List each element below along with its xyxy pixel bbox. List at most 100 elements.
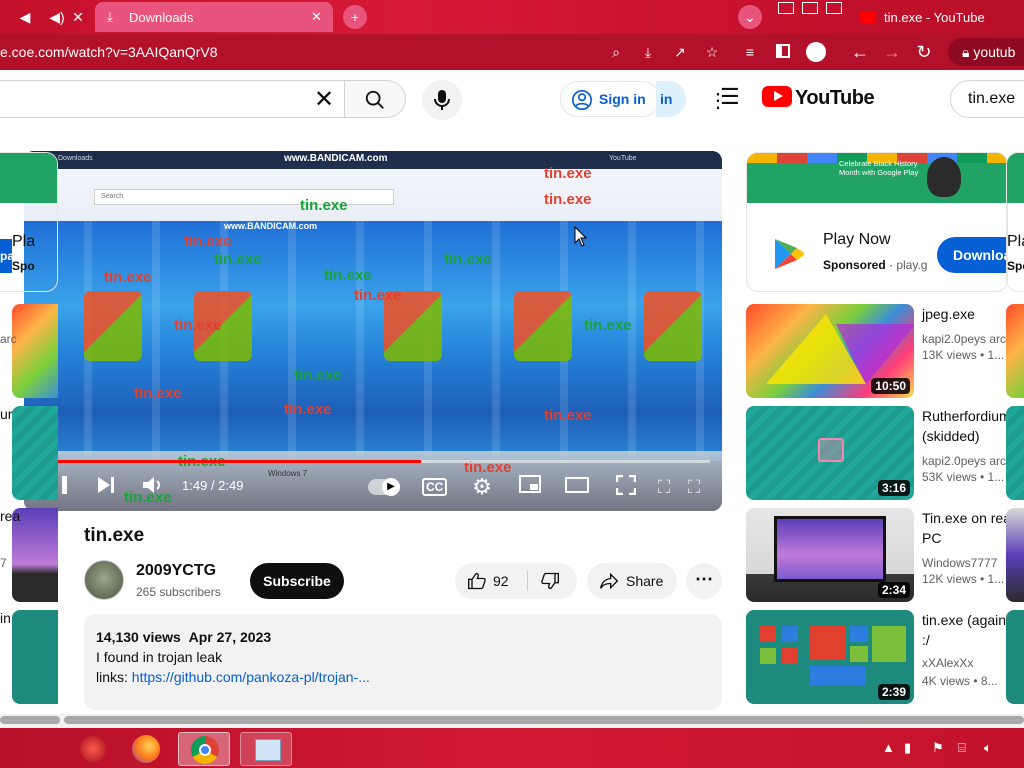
jpeg-shape <box>836 324 914 384</box>
task-manager-icon[interactable] <box>240 732 292 766</box>
clear-search-icon[interactable]: ✕ <box>314 85 334 114</box>
voice-search-button[interactable] <box>422 80 462 120</box>
scrollbar-thumb[interactable] <box>0 716 60 724</box>
ad-download-button[interactable]: Downloa <box>937 237 1007 273</box>
glitch-text: tin.exe <box>300 197 348 214</box>
like-count: 92 <box>493 573 509 589</box>
recommendation-item[interactable]: 2:34 Tin.exe on rea PC Windows7777 12K v… <box>746 508 1024 602</box>
ad-mascot-image <box>927 157 961 197</box>
duration-badge: 2:34 <box>877 582 910 598</box>
glitch-tab-label: Downloads <box>58 155 93 162</box>
captions-icon: CC <box>422 478 448 496</box>
mouse-cursor-icon <box>574 226 588 247</box>
new-tab-button[interactable]: + <box>343 5 367 29</box>
youtube-logo[interactable]: YouTube <box>762 86 875 112</box>
settings-gear-icon[interactable]: ⚙ <box>470 475 494 499</box>
share-button[interactable]: Share <box>587 563 677 599</box>
like-dislike-group: 92 <box>455 563 577 599</box>
start-orb-icon[interactable] <box>70 732 122 766</box>
fullscreen-button[interactable] <box>614 474 638 501</box>
search-input[interactable]: ✕ <box>0 80 345 118</box>
recommendation-meta: 4K views • 8... <box>922 674 998 688</box>
search-icon[interactable]: ⌕ <box>606 37 626 67</box>
close-window-button[interactable] <box>826 2 842 14</box>
ad-banner-text: Celebrate Black History Month with Googl… <box>839 159 919 177</box>
url-field-duplicate[interactable]: 🔒︎ youtub <box>948 38 1024 66</box>
forward-arrow-icon[interactable]: → <box>882 37 902 67</box>
captions-button[interactable]: CC <box>422 475 448 499</box>
ad-banner: Celebrate Black History Month with Googl… <box>747 153 1007 203</box>
ad-card[interactable]: Celebrate Black History Month with Googl… <box>746 152 1008 292</box>
reload-icon[interactable]: ↻ <box>914 37 934 67</box>
maximize-button[interactable] <box>802 2 818 14</box>
miniplayer-button[interactable] <box>518 475 542 499</box>
next-button[interactable] <box>94 475 118 501</box>
profile-avatar-icon[interactable] <box>806 42 826 62</box>
chrome-logo-center <box>199 744 211 756</box>
tab-downloads[interactable]: ⤓ Downloads ✕ <box>95 2 333 32</box>
side-panel-icon[interactable] <box>776 44 790 58</box>
back-arrow-icon[interactable]: ← <box>850 37 870 67</box>
share-icon[interactable]: ↗ <box>670 37 690 67</box>
progress-bar[interactable] <box>32 460 710 463</box>
orb-shape <box>80 736 106 762</box>
ghost-text: ur <box>0 406 13 422</box>
ghost-thumbnail-right <box>1006 304 1024 398</box>
ghost-thumbnail-right <box>1006 508 1024 602</box>
more-actions-icon[interactable]: ⋯ <box>686 563 722 599</box>
description-stats: 14,130 views Apr 27, 2023 <box>96 627 710 647</box>
scrollbar-thumb[interactable] <box>64 716 1024 724</box>
volume-button[interactable] <box>140 475 166 501</box>
tab-youtube[interactable]: tin.exe - YouTube <box>848 2 1024 32</box>
action-center-flag-icon[interactable]: ⚑ <box>932 740 944 756</box>
search-input-duplicate[interactable]: tin.exe <box>950 80 1024 118</box>
subscriber-count: 265 subscribers <box>136 585 221 599</box>
recommendation-meta: 12K views • 1... <box>922 572 1005 586</box>
network-icon[interactable]: ⌸ <box>958 740 966 756</box>
autoplay-toggle[interactable]: ▶ <box>368 478 400 496</box>
close-icon[interactable]: ✕ <box>70 2 86 32</box>
recommendation-channel: xXAlexXx <box>922 656 974 670</box>
start-tile <box>872 626 906 662</box>
chrome-icon[interactable] <box>178 732 230 766</box>
recommendation-item[interactable]: 3:16 Rutherfordium (skidded) kapi2.0peys… <box>746 406 1024 500</box>
channel-avatar[interactable] <box>84 560 124 600</box>
volume-muted-icon[interactable]: 🔈︎ <box>984 740 992 756</box>
ghost-banner <box>1007 153 1024 203</box>
github-link[interactable]: https://github.com/pankoza-pl/trojan-... <box>132 669 370 685</box>
recommendation-meta: 13K views • 1... <box>922 348 1005 362</box>
back-media-icon[interactable]: ◀ <box>14 2 36 32</box>
battery-icon[interactable]: ▮ <box>904 740 911 756</box>
glitch-text: tin.exe <box>544 191 592 208</box>
theater-mode-button[interactable] <box>564 475 590 499</box>
video-player[interactable]: Downloads www.BANDICAM.com YouTube Searc… <box>24 151 722 511</box>
glitch-text: tin.exe <box>584 317 632 334</box>
dislike-button[interactable] <box>528 563 577 599</box>
install-icon[interactable]: ⤓ <box>638 37 658 67</box>
subscribe-button[interactable]: Subscribe <box>250 563 344 599</box>
like-button[interactable]: 92 <box>455 563 527 599</box>
glitch-text: tin.exe <box>184 233 232 250</box>
minimize-button[interactable] <box>778 2 794 14</box>
show-hidden-icons[interactable]: ▲ <box>882 740 895 755</box>
sponsored-label: Sponsored <box>823 258 886 272</box>
tab-search-icon[interactable]: ⌄ <box>738 5 762 29</box>
hamburger-menu-icon[interactable]: ☰ <box>720 84 740 110</box>
description-line: I found in trojan leak <box>96 649 223 665</box>
firefox-icon[interactable] <box>122 732 174 766</box>
tab-close-icon[interactable]: ✕ <box>311 9 322 25</box>
sign-in-button[interactable]: Sign in <box>560 81 660 117</box>
bookmark-star-icon[interactable]: ☆ <box>702 37 722 67</box>
channel-name[interactable]: 2009YCTG <box>136 562 216 580</box>
glitch-text: tin.exe <box>104 269 152 286</box>
url-field[interactable]: e.coe.com/watch?v=3AAIQanQrV8 <box>0 34 218 70</box>
recommendation-item[interactable]: 2:39 tin.exe (again :/ xXAlexXx 4K views… <box>746 610 1024 704</box>
description-box[interactable]: 14,130 views Apr 27, 2023 I found in tro… <box>84 614 722 710</box>
recommendation-item[interactable]: 10:50 jpeg.exe kapi2.0peys arc 13K views… <box>746 304 1024 398</box>
windows-logo-tile <box>644 291 702 361</box>
start-tile <box>850 646 868 662</box>
search-button[interactable] <box>344 80 406 118</box>
media-queue-icon[interactable]: ≡ <box>740 37 760 67</box>
browser-tab-bar: ◀ ◀) ✕ ⤓ Downloads ✕ + ⌄ tin.exe - YouTu… <box>0 0 1024 34</box>
mute-icon[interactable]: ◀) <box>46 2 68 32</box>
